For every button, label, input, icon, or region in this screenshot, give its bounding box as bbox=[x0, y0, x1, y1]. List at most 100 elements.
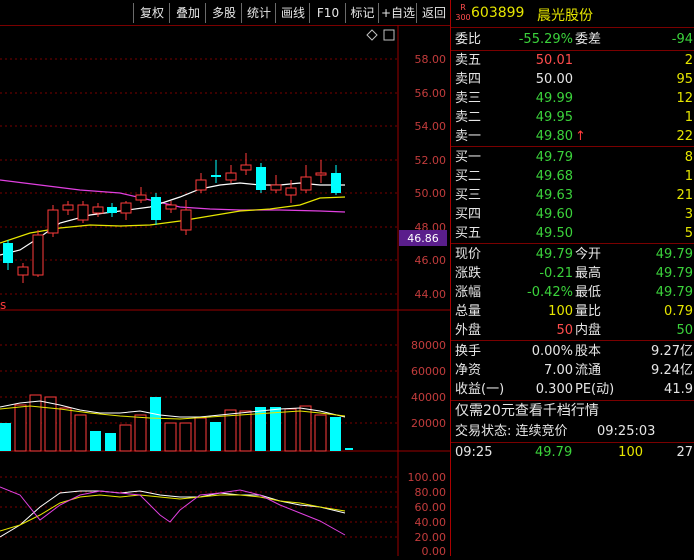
bid-volume: 8 bbox=[684, 150, 693, 165]
promo-row[interactable]: 仅需20元查看千档行情 bbox=[451, 402, 694, 421]
ask-row: 卖三 49.99 12 bbox=[451, 89, 694, 108]
divider bbox=[451, 146, 694, 147]
bid-price: 49.68 bbox=[535, 169, 573, 184]
volume-bar bbox=[90, 431, 101, 451]
osc-axis-label: 40.00 bbox=[415, 516, 447, 529]
bid-label: 买三 bbox=[455, 188, 482, 203]
ask-price: 49.95 bbox=[535, 110, 573, 125]
toolbar-f10-button[interactable]: F10 bbox=[309, 3, 346, 23]
stat-value: 50 bbox=[676, 323, 693, 338]
weibi-value: -55.29% bbox=[518, 32, 573, 47]
weicha-label: 委差 bbox=[575, 32, 602, 47]
badge-r: R bbox=[460, 3, 466, 12]
volume-axis-label: 20000 bbox=[411, 417, 446, 430]
ask-volume: 95 bbox=[676, 72, 693, 87]
kline-chart: 58.00 56.00 54.00 52.00 50.00 48.00 46.0… bbox=[0, 25, 450, 558]
toolbar-draw-line-button[interactable]: 画线 bbox=[275, 3, 310, 23]
volume-bar bbox=[330, 417, 341, 451]
candle-body bbox=[240, 164, 252, 171]
stat-row: 涨幅 -0.42% 最低 49.79 bbox=[451, 283, 694, 302]
ask-row: 卖五 50.01 2 bbox=[451, 51, 694, 70]
toolbar-back-button[interactable]: 返回 bbox=[416, 3, 451, 23]
stat-value: 0.00% bbox=[531, 344, 573, 359]
stat-label: 今开 bbox=[575, 247, 602, 262]
stock-name: 晨光股份 bbox=[537, 8, 593, 24]
candle-body bbox=[285, 187, 297, 196]
bid-volume: 1 bbox=[684, 169, 693, 184]
volume-bar bbox=[134, 414, 147, 452]
stat-label: 涨跌 bbox=[455, 266, 482, 281]
candle-body bbox=[180, 209, 192, 231]
volume-bar bbox=[284, 408, 297, 452]
price-axis-label: 50.00 bbox=[415, 187, 447, 200]
ask-price: 50.01 bbox=[535, 53, 573, 68]
stat-value: 49.79 bbox=[655, 247, 693, 262]
bid-volume: 5 bbox=[684, 226, 693, 241]
stat-label: 现价 bbox=[455, 247, 482, 262]
candle-body bbox=[17, 266, 29, 276]
tick-row: 09:25 49.79 100 27 bbox=[451, 443, 694, 462]
toolbar-mark-button[interactable]: 标记 bbox=[345, 3, 379, 23]
promo-link[interactable]: 仅需20元查看千档行情 bbox=[455, 402, 599, 421]
price-axis-label: 46.00 bbox=[415, 254, 447, 267]
stat-value: 100 bbox=[548, 304, 573, 319]
divider bbox=[451, 400, 694, 401]
ask-price: 49.99 bbox=[535, 91, 573, 106]
tick-time: 09:25 bbox=[455, 445, 493, 460]
candle-body bbox=[92, 206, 104, 214]
stat-value: 50 bbox=[556, 323, 573, 338]
diamond-icon[interactable] bbox=[366, 29, 378, 41]
price-axis-label: 56.00 bbox=[415, 87, 447, 100]
toolbar-add-watchlist-button[interactable]: +自选 bbox=[378, 3, 417, 23]
volume-bar bbox=[179, 422, 192, 452]
status-row: 交易状态: 连续竞价 09:25:03 bbox=[451, 422, 694, 441]
candle-body bbox=[135, 194, 147, 201]
candle-body bbox=[77, 204, 89, 221]
ask-label: 卖三 bbox=[455, 91, 482, 106]
price-axis-label: 44.00 bbox=[415, 288, 447, 301]
divider bbox=[451, 243, 694, 244]
bid-price: 49.79 bbox=[535, 150, 573, 165]
stat-value: 0.79 bbox=[664, 304, 693, 319]
ask-label: 卖四 bbox=[455, 72, 482, 87]
bid-price: 49.63 bbox=[535, 188, 573, 203]
toolbar-statistics-button[interactable]: 统计 bbox=[241, 3, 276, 23]
stat-row: 外盘 50 内盘 50 bbox=[451, 321, 694, 340]
toolbar-overlay-button[interactable]: 叠加 bbox=[169, 3, 206, 23]
bid-row: 买一 49.79 8 bbox=[451, 148, 694, 167]
volume-bar bbox=[44, 396, 57, 452]
volume-bar bbox=[270, 407, 281, 451]
stat-label: 净资 bbox=[455, 363, 482, 378]
bid-label: 买四 bbox=[455, 207, 482, 222]
expand-box-icon[interactable] bbox=[383, 29, 395, 41]
bid-price: 49.60 bbox=[535, 207, 573, 222]
ask-price: 50.00 bbox=[535, 72, 573, 87]
bid-label: 买二 bbox=[455, 169, 482, 184]
volume-bar bbox=[59, 407, 72, 452]
candle-body bbox=[107, 207, 117, 213]
stat-label: 换手 bbox=[455, 344, 482, 359]
osc-magenta-line bbox=[0, 486, 346, 536]
stat-value: 49.79 bbox=[655, 285, 693, 300]
stat-value: 41.9 bbox=[664, 382, 693, 397]
stat-label: 最高 bbox=[575, 266, 602, 281]
stat-value: -0.42% bbox=[527, 285, 573, 300]
index-badge: R 300 bbox=[455, 3, 471, 25]
stat-label: 量比 bbox=[575, 304, 602, 319]
volume-bar bbox=[105, 433, 116, 451]
candle-body bbox=[62, 204, 74, 211]
toolbar-restore-rights-button[interactable]: 复权 bbox=[133, 3, 170, 23]
ask-volume: 22 bbox=[676, 129, 693, 144]
osc-axis-label: 0.00 bbox=[422, 545, 447, 556]
divider bbox=[451, 340, 694, 341]
ask-volume: 2 bbox=[684, 53, 693, 68]
toolbar-multi-stock-button[interactable]: 多股 bbox=[205, 3, 242, 23]
stat-label: 最低 bbox=[575, 285, 602, 300]
stat-value: 9.27亿 bbox=[651, 344, 693, 359]
volume-bar bbox=[299, 405, 312, 452]
stat-value: 9.24亿 bbox=[651, 363, 693, 378]
volume-axis-label: 60000 bbox=[411, 365, 446, 378]
kline-chart-area[interactable]: 58.00 56.00 54.00 52.00 50.00 48.00 46.0… bbox=[0, 25, 450, 558]
bid-label: 买五 bbox=[455, 226, 482, 241]
bid-row: 买五 49.50 5 bbox=[451, 224, 694, 243]
